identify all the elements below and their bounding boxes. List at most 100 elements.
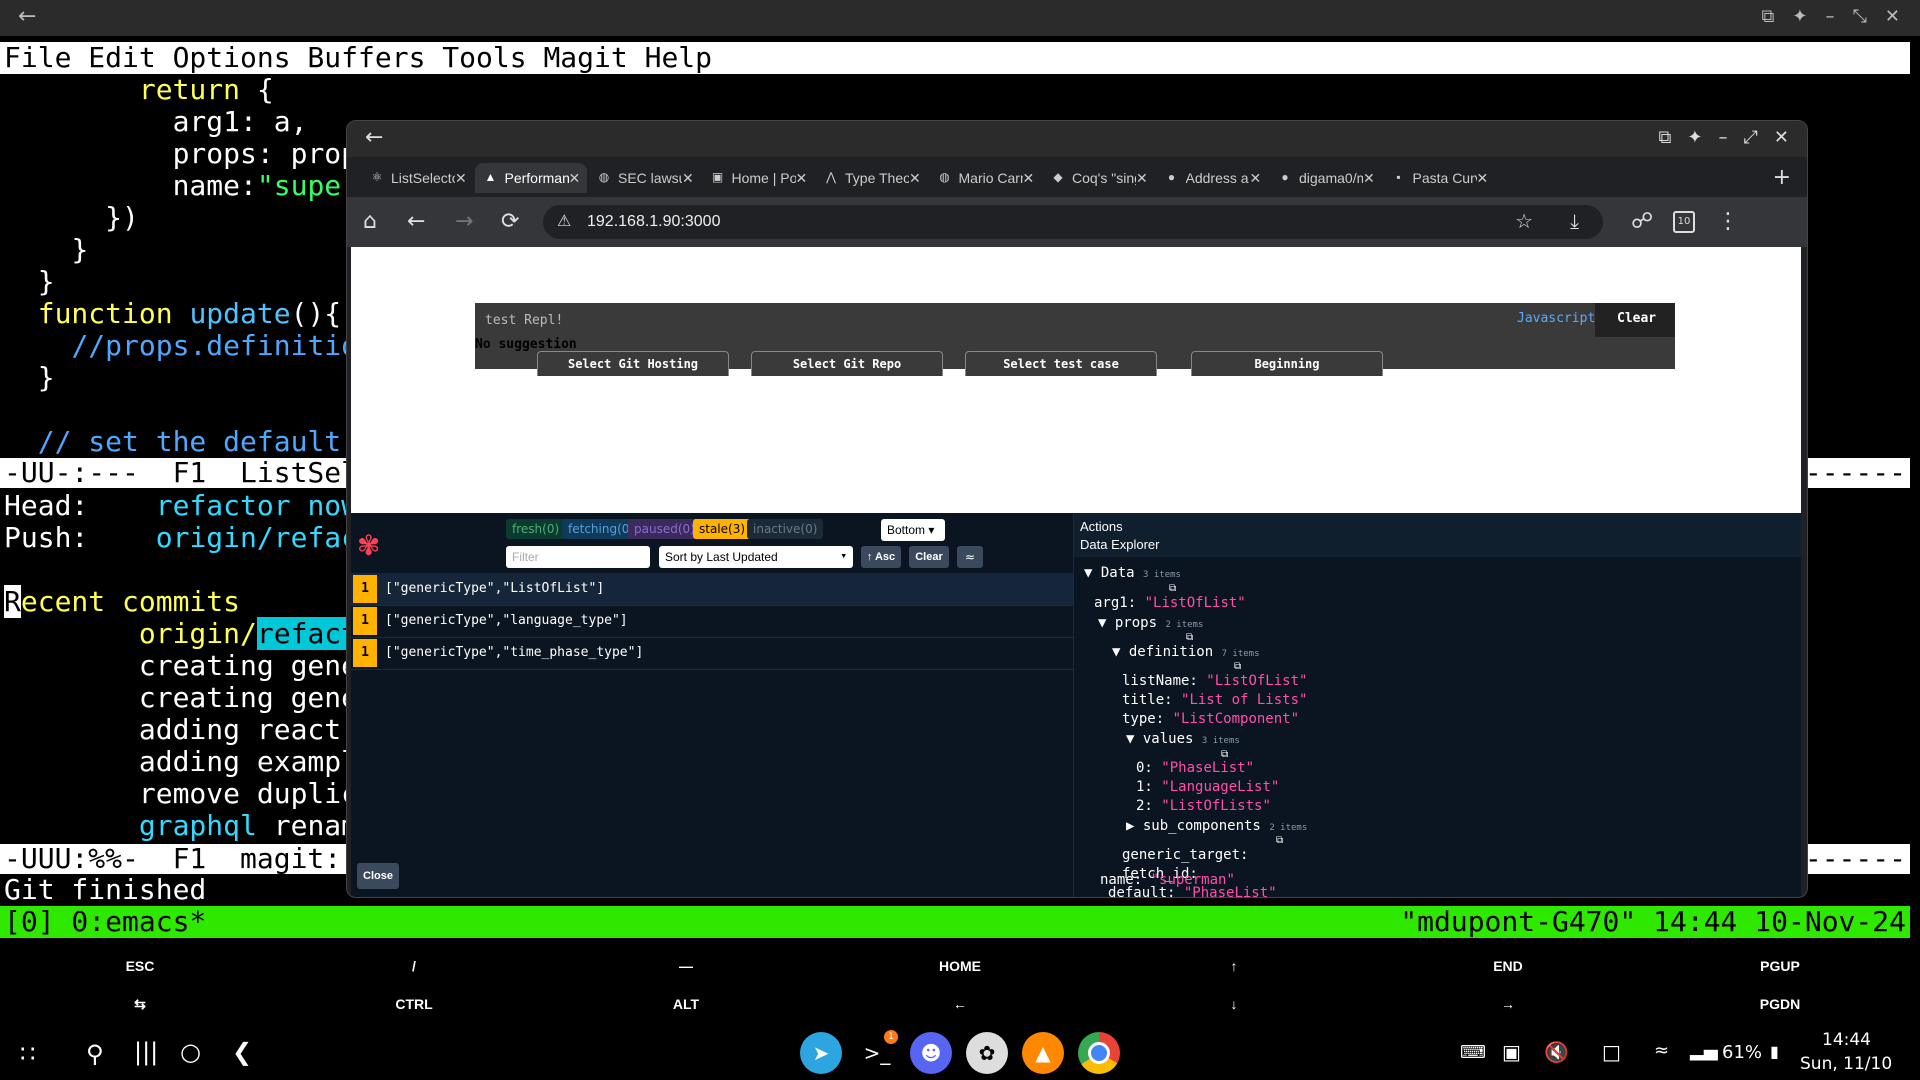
extra-key[interactable]: HOME (910, 958, 1010, 974)
code-line[interactable]: props: props (4, 138, 375, 170)
tab[interactable]: ◍ Mario Carne✕ (929, 163, 1041, 193)
filter-input[interactable]: Filter (506, 546, 650, 568)
emacs-menu-bar[interactable]: File Edit Options Buffers Tools Magit He… (0, 42, 1910, 74)
status-badge[interactable]: paused(0) (628, 519, 701, 539)
close-devtools-button[interactable]: Close (357, 863, 399, 889)
minimize-icon[interactable]: – (1826, 6, 1835, 27)
commit-line[interactable]: adding react c (4, 714, 375, 746)
wifi-icon[interactable]: ≈ (957, 546, 983, 568)
commit-line[interactable]: adding example (4, 746, 375, 778)
pin-icon[interactable]: ✦ (1792, 6, 1807, 27)
minimize-icon[interactable]: – (1719, 127, 1728, 148)
code-line[interactable]: return { (4, 74, 274, 106)
copy-icon[interactable]: ⧉ (1169, 583, 1176, 594)
forward-icon[interactable]: → (455, 209, 473, 234)
extra-key[interactable]: ↑ (1184, 958, 1284, 974)
query-row[interactable]: 1 ["genericType","time_phase_type"] (351, 637, 1073, 670)
tab[interactable]: ● digama0/m ✕ (1269, 163, 1381, 193)
close-tab-icon[interactable]: ✕ (569, 170, 587, 187)
status-badge[interactable]: inactive(0) (747, 519, 824, 539)
share-icon[interactable]: ☍ (1631, 209, 1653, 234)
download-icon[interactable]: ⤓ (1570, 209, 1579, 233)
repl-select-button[interactable]: Beginning (1191, 351, 1383, 376)
tab-count-icon[interactable]: 10 (1673, 211, 1695, 233)
code-line[interactable]: }) (4, 202, 139, 234)
close-tab-icon[interactable]: ✕ (1250, 170, 1268, 187)
back-icon[interactable]: ❮ (232, 1038, 252, 1066)
vlc-icon[interactable]: ▲ (1022, 1032, 1064, 1074)
extra-key[interactable]: / (364, 958, 464, 974)
back-arrow-icon[interactable]: ← (18, 4, 36, 29)
extra-key[interactable]: CTRL (364, 996, 464, 1012)
close-tab-icon[interactable]: ✕ (796, 170, 814, 187)
url-text[interactable]: 192.168.1.90:3000 (587, 213, 720, 231)
commit-line[interactable]: graphql renami (4, 810, 375, 842)
mute-icon[interactable]: 🔇 (1544, 1040, 1569, 1064)
extra-key[interactable]: ESC (90, 958, 190, 974)
close-tab-icon[interactable]: ✕ (909, 170, 927, 187)
extra-key[interactable]: ← (910, 996, 1010, 1012)
commit-line[interactable]: creating gener (4, 682, 375, 714)
query-row[interactable]: 1 ["genericType","language_type"] (351, 605, 1073, 638)
discord-icon[interactable]: ☻ (910, 1032, 952, 1074)
repl-select-button[interactable]: Select Git Repo (751, 351, 943, 376)
code-line[interactable]: // set the default c (4, 426, 375, 458)
back-icon[interactable]: ← (407, 209, 425, 234)
position-select[interactable]: Bottom ▾ (881, 519, 945, 541)
code-line[interactable]: } (4, 362, 55, 394)
menu-kebab-icon[interactable]: ⋮ (1717, 209, 1739, 234)
maximize-icon[interactable]: ⤢ (1744, 127, 1758, 148)
split-view-icon[interactable]: ⧉ (1762, 6, 1775, 27)
extra-key[interactable]: ↓ (1184, 996, 1284, 1012)
close-tab-icon[interactable]: ✕ (682, 170, 700, 187)
screenshot-icon[interactable]: ▣ (1502, 1040, 1521, 1064)
tab[interactable]: ● Address a ✕ (1156, 163, 1268, 193)
close-tab-icon[interactable]: ✕ (1136, 170, 1154, 187)
commit-branch-line[interactable]: origin/refacto (4, 617, 375, 650)
code-line[interactable]: } (4, 266, 55, 298)
search-icon[interactable]: ⚲ (86, 1040, 104, 1068)
code-line[interactable]: arg1: a, (4, 106, 308, 138)
react-query-logo-icon[interactable]: ✾ (357, 529, 380, 562)
recent-commits-heading[interactable]: Recent commits (4, 585, 240, 618)
home-icon[interactable]: ⌂ (363, 209, 377, 234)
props-node[interactable]: ▼ props 2 items (1098, 615, 1203, 631)
extra-key[interactable]: ⇆ (90, 996, 190, 1013)
head-value[interactable]: refactor now (156, 489, 358, 522)
tab[interactable]: ▪ Pasta Curve✕ (1383, 163, 1495, 193)
extra-key[interactable]: PGUP (1730, 958, 1830, 974)
data-node[interactable]: ▼ Data 3 items (1084, 565, 1181, 581)
new-tab-icon[interactable]: + (1773, 165, 1791, 190)
telegram-icon[interactable]: ➤ (800, 1032, 842, 1074)
repl-select-button[interactable]: Select test case (965, 351, 1157, 376)
close-icon[interactable]: ✕ (1774, 127, 1789, 148)
split-view-icon[interactable]: ⧉ (1659, 127, 1672, 148)
extra-key[interactable]: END (1458, 958, 1558, 974)
repl-clear-button[interactable]: Clear (1595, 303, 1675, 337)
commit-line[interactable]: remove duplica (4, 778, 375, 810)
status-badge[interactable]: stale(3) (693, 519, 752, 539)
close-tab-icon[interactable]: ✕ (1023, 170, 1041, 187)
extra-key[interactable]: → (1458, 996, 1558, 1012)
tab[interactable]: ⚛ ListSelector✕ (361, 163, 473, 193)
close-tab-icon[interactable]: ✕ (455, 170, 473, 187)
status-badge[interactable]: fresh(0) (506, 519, 566, 539)
copy-icon[interactable]: ⧉ (1186, 632, 1193, 643)
copy-icon[interactable]: ⧉ (1276, 835, 1283, 846)
push-value[interactable]: origin/refac (156, 521, 358, 554)
tab[interactable]: ▣ Home | Pod✕ (702, 163, 814, 193)
notification-icon[interactable]: □ (1602, 1040, 1621, 1064)
clear-cache-button[interactable]: Clear (909, 546, 949, 568)
query-row[interactable]: 1 ["genericType","ListOfList"] (351, 573, 1073, 606)
extra-key[interactable]: PGDN (1730, 996, 1830, 1012)
code-line[interactable]: function update(){ (4, 298, 341, 330)
extra-key[interactable]: — (636, 958, 736, 974)
tab[interactable]: ◍ SEC lawsuit✕ (588, 163, 700, 193)
shrink-icon[interactable]: ⤡ (1853, 6, 1867, 27)
reload-icon[interactable]: ⟳ (501, 209, 519, 234)
chrome-icon[interactable] (1078, 1032, 1120, 1074)
bookmark-star-icon[interactable]: ☆ (1515, 209, 1533, 233)
sub-components-node[interactable]: ▶ sub_components 2 items (1126, 818, 1307, 834)
close-tab-icon[interactable]: ✕ (1363, 170, 1381, 187)
tab[interactable]: ⋀ Type Theory✕ (815, 163, 927, 193)
